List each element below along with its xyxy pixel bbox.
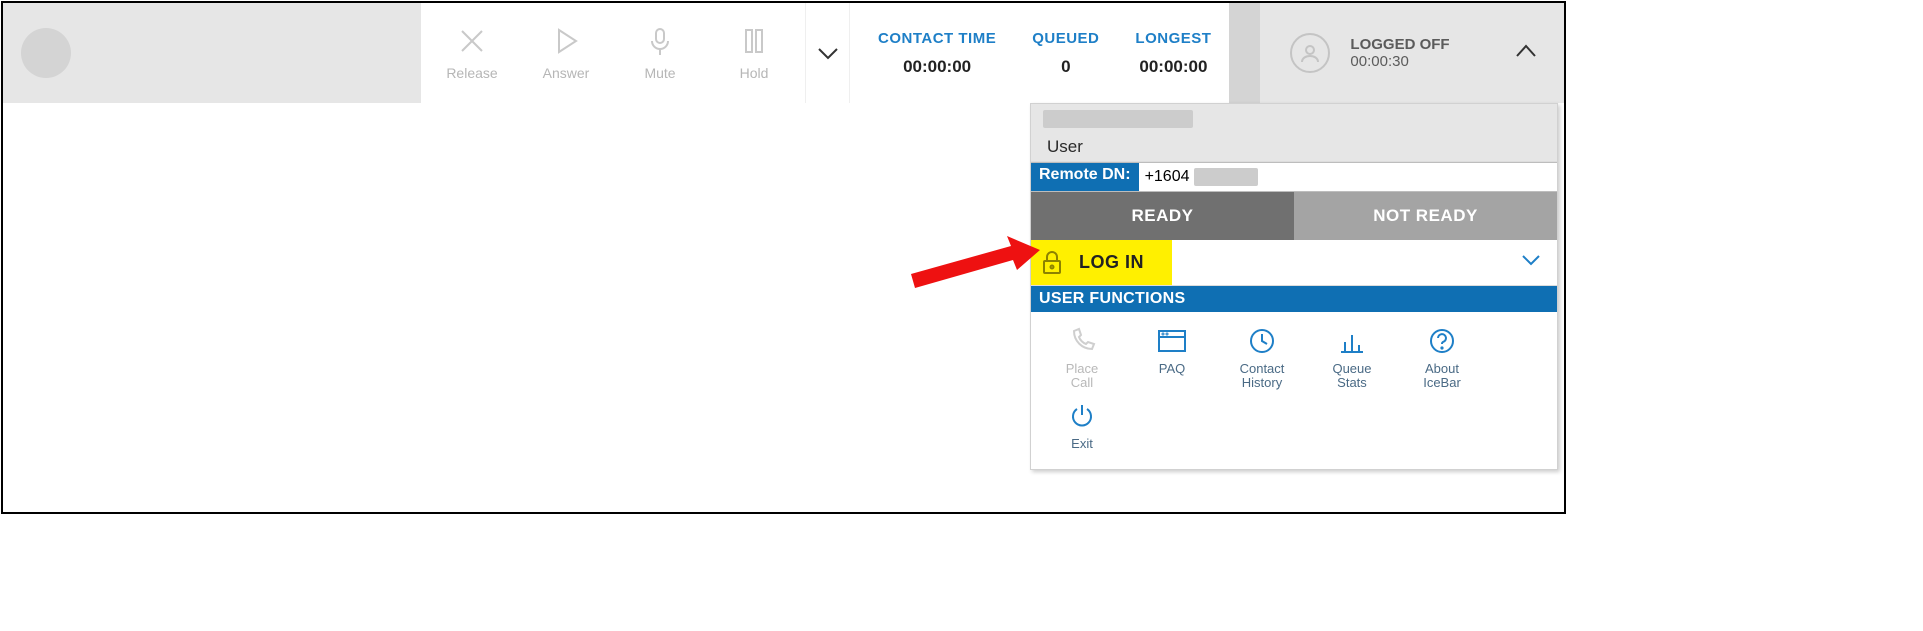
stat-contact-value: 00:00:00 xyxy=(903,57,971,77)
phone-icon xyxy=(1068,327,1096,355)
user-functions-header: USER FUNCTIONS xyxy=(1031,286,1557,312)
window-icon xyxy=(1157,328,1187,354)
stat-queued: QUEUED 0 xyxy=(1014,30,1117,77)
release-label: Release xyxy=(446,65,497,81)
user-functions-grid: Place Call PAQ Contact History Queue Sta… xyxy=(1031,312,1557,469)
power-icon xyxy=(1068,402,1096,430)
person-icon xyxy=(1299,42,1321,64)
chevron-down-icon xyxy=(1519,248,1543,272)
chevron-up-icon xyxy=(1512,37,1540,65)
stat-longest-label: LONGEST xyxy=(1135,30,1211,47)
separator-bar xyxy=(1230,3,1260,103)
x-icon xyxy=(456,25,488,57)
call-controls: Release Answer Mute Hold xyxy=(421,3,806,103)
remote-dn-input[interactable]: +1604 xyxy=(1139,163,1557,191)
remote-dn-row: Remote DN: +1604 xyxy=(1031,162,1557,192)
stat-queued-label: QUEUED xyxy=(1032,30,1099,47)
func-place-call-label: Place Call xyxy=(1066,362,1099,391)
not-ready-button[interactable]: NOT READY xyxy=(1294,192,1557,240)
panel-toggle[interactable] xyxy=(1512,37,1540,70)
func-paq-label: PAQ xyxy=(1159,362,1186,376)
hold-label: Hold xyxy=(740,65,769,81)
user-status-icon xyxy=(1290,33,1330,73)
answer-button[interactable]: Answer xyxy=(519,25,613,81)
login-row[interactable]: LOG IN xyxy=(1031,240,1557,286)
login-expand[interactable] xyxy=(1519,248,1543,277)
ready-row: READY NOT READY xyxy=(1031,192,1557,240)
avatar xyxy=(21,28,71,78)
remote-dn-value: +1604 xyxy=(1145,168,1190,186)
play-icon xyxy=(550,25,582,57)
top-toolbar: Release Answer Mute Hold CONTACT TIME 00… xyxy=(3,3,1564,103)
status-block: LOGGED OFF 00:00:30 xyxy=(1350,36,1449,70)
answer-label: Answer xyxy=(543,65,590,81)
stat-contact-label: CONTACT TIME xyxy=(878,30,996,47)
ready-button[interactable]: READY xyxy=(1031,192,1294,240)
stat-queued-value: 0 xyxy=(1061,57,1070,77)
user-panel: User Remote DN: +1604 READY NOT READY LO… xyxy=(1030,103,1558,470)
stat-longest: LONGEST 00:00:00 xyxy=(1117,30,1229,77)
clock-icon xyxy=(1248,327,1276,355)
annotation-arrow xyxy=(903,236,1043,296)
toolbar-left xyxy=(3,3,421,103)
call-controls-expand[interactable] xyxy=(806,3,850,103)
toolbar-right: LOGGED OFF 00:00:30 xyxy=(1229,3,1564,103)
mic-icon xyxy=(644,25,676,57)
mute-label: Mute xyxy=(644,65,675,81)
stat-longest-value: 00:00:00 xyxy=(1139,57,1207,77)
func-queue-stats[interactable]: Queue Stats xyxy=(1307,324,1397,391)
panel-header: User xyxy=(1031,104,1557,162)
release-button[interactable]: Release xyxy=(425,25,519,81)
redacted-number xyxy=(1194,168,1258,186)
pause-icon xyxy=(738,25,770,57)
stats-panel: CONTACT TIME 00:00:00 QUEUED 0 LONGEST 0… xyxy=(850,3,1229,103)
bar-chart-icon xyxy=(1338,327,1366,355)
func-exit[interactable]: Exit xyxy=(1037,399,1127,451)
func-contact-history-label: Contact History xyxy=(1240,362,1285,391)
chevron-down-icon xyxy=(815,40,841,66)
mute-button[interactable]: Mute xyxy=(613,25,707,81)
login-label: LOG IN xyxy=(1079,252,1144,273)
redacted-username xyxy=(1043,110,1193,128)
stat-contact-time: CONTACT TIME 00:00:00 xyxy=(850,30,1014,77)
status-time: 00:00:30 xyxy=(1350,53,1449,70)
hold-button[interactable]: Hold xyxy=(707,25,801,81)
func-exit-label: Exit xyxy=(1071,437,1093,451)
func-contact-history[interactable]: Contact History xyxy=(1217,324,1307,391)
func-paq[interactable]: PAQ xyxy=(1127,324,1217,391)
user-role-label: User xyxy=(1043,137,1547,157)
func-place-call[interactable]: Place Call xyxy=(1037,324,1127,391)
func-queue-stats-label: Queue Stats xyxy=(1332,362,1371,391)
status-label: LOGGED OFF xyxy=(1350,36,1449,53)
func-about-icebar[interactable]: About IceBar xyxy=(1397,324,1487,391)
question-icon xyxy=(1428,327,1456,355)
lock-icon xyxy=(1041,250,1063,276)
func-about-icebar-label: About IceBar xyxy=(1423,362,1461,391)
remote-dn-label: Remote DN: xyxy=(1031,163,1139,191)
login-highlight: LOG IN xyxy=(1031,240,1172,285)
